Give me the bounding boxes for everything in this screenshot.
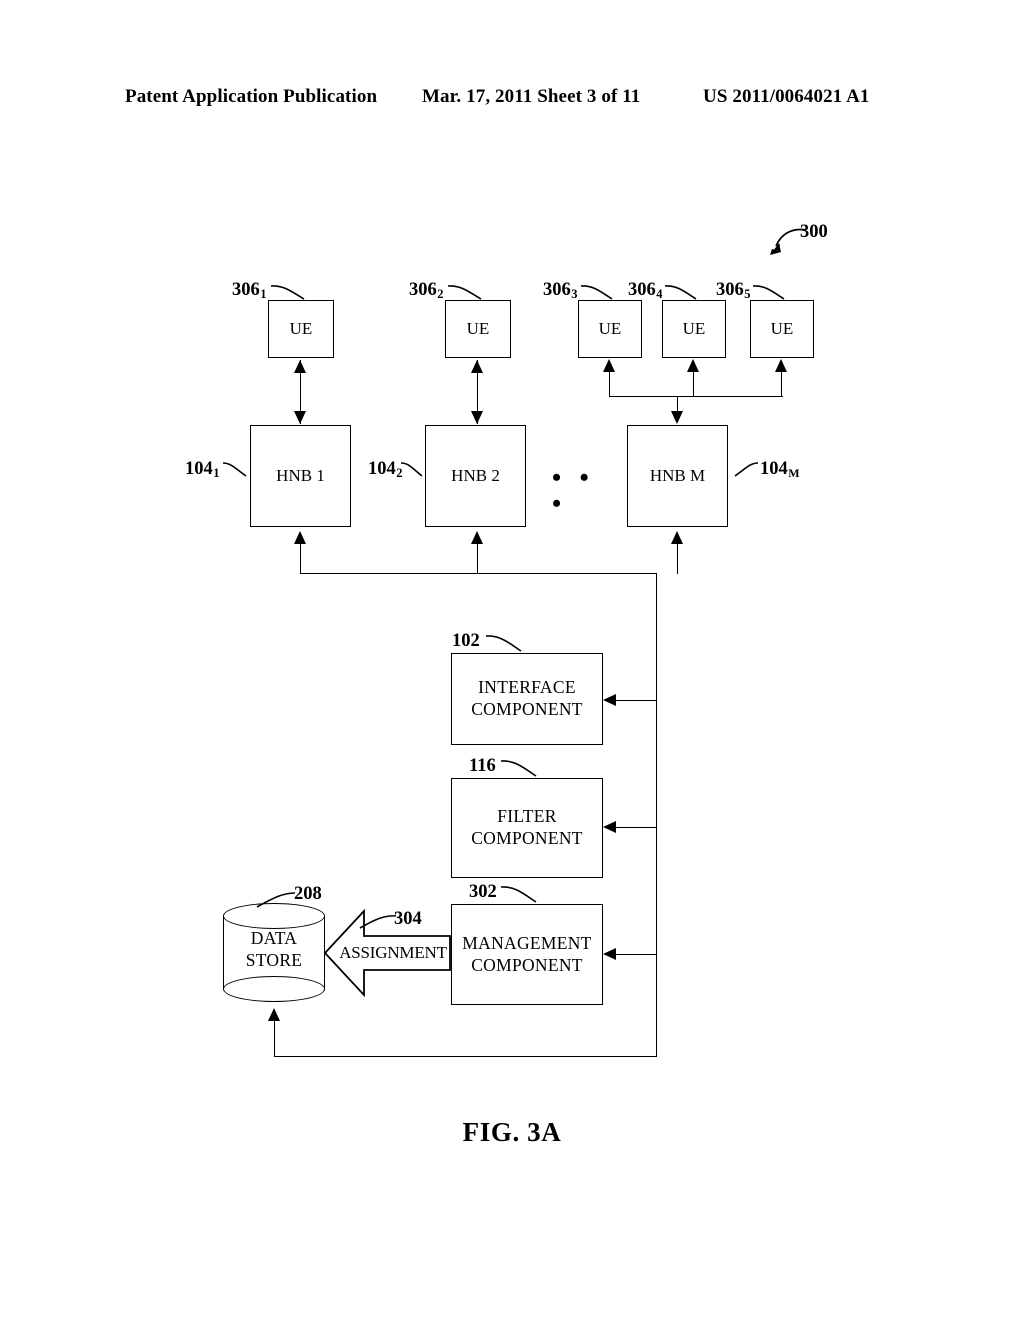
ue-box-1-ref: 3061 <box>232 280 267 301</box>
management-component-feed <box>616 954 657 955</box>
hnb-box-m[interactable]: HNB M <box>627 425 728 527</box>
ue-box-3-ref: 3063 <box>543 280 578 301</box>
hnbm-bus-stub <box>677 544 678 574</box>
ue-box-3-label: UE <box>598 319 622 339</box>
management-component-box[interactable]: MANAGEMENT COMPONENT <box>451 904 603 1005</box>
link-ue2-hnb2-arrowhead-up-icon <box>471 360 483 373</box>
assignment-leader-icon <box>358 913 398 936</box>
data-store-feedback-riser <box>274 1021 275 1057</box>
ue5-arrowhead-up-icon <box>775 359 787 372</box>
ue-box-2-label: UE <box>466 319 490 339</box>
header-patent-number: US 2011/0064021 A1 <box>703 86 870 107</box>
filter-component-leader-icon <box>500 759 544 784</box>
page-header: Patent Application Publication Mar. 17, … <box>125 86 900 114</box>
hnb-box-2-ref: 1042 <box>368 459 403 480</box>
link-ue1-hnb1-arrowhead-up-icon <box>294 360 306 373</box>
ue-box-4-leader-icon <box>664 283 704 308</box>
data-store-leader-icon <box>255 891 297 914</box>
ue-box-2-leader-icon <box>447 283 489 308</box>
ue-box-1-leader-icon <box>270 283 312 308</box>
interface-component-leader-icon <box>485 634 529 659</box>
interface-component-feed <box>616 700 657 701</box>
hnbm-arrowhead-up-icon <box>671 531 683 544</box>
hnb2-arrowhead-up-icon <box>471 531 483 544</box>
ue-box-1-label: UE <box>289 319 313 339</box>
interface-component-ref: 102 <box>452 631 480 651</box>
hnb-box-1-leader-icon <box>222 461 252 486</box>
ue-box-4-label: UE <box>682 319 706 339</box>
ue-box-5[interactable]: UE <box>750 300 814 358</box>
ue-box-5-leader-icon <box>752 283 792 308</box>
header-publication-title: Patent Application Publication <box>125 86 378 107</box>
management-component-label: MANAGEMENT COMPONENT <box>462 932 592 975</box>
ue-box-5-label: UE <box>770 319 794 339</box>
management-component-leader-icon <box>500 885 544 910</box>
hnb-box-1-label: HNB 1 <box>276 466 325 486</box>
ue-box-1[interactable]: UE <box>268 300 334 358</box>
ue4-arrowhead-up-icon <box>687 359 699 372</box>
hnb-box-2-label: HNB 2 <box>451 466 500 486</box>
link-ue2-hnb2-arrowhead-down-icon <box>471 411 483 424</box>
figure-ref-300: 300 <box>800 222 828 242</box>
management-component-arrowhead-left-icon <box>603 948 616 960</box>
assignment-label: ASSIGNMENT <box>339 943 447 962</box>
assignment-ref: 304 <box>394 909 422 929</box>
filter-component-feed <box>616 827 657 828</box>
main-vertical-bus <box>656 573 657 1056</box>
ue-box-3[interactable]: UE <box>578 300 642 358</box>
ue-box-4-ref: 3064 <box>628 280 663 301</box>
filter-component-ref: 116 <box>469 756 496 776</box>
hnb-bus <box>300 573 657 574</box>
filter-component-box[interactable]: FILTER COMPONENT <box>451 778 603 878</box>
hnb1-arrowhead-up-icon <box>294 531 306 544</box>
data-store-label: DATA STORE <box>245 928 303 970</box>
figure-caption: FIG. 3A <box>462 1117 562 1147</box>
link-ue1-hnb1-arrowhead-down-icon <box>294 411 306 424</box>
hnb-box-2[interactable]: HNB 2 <box>425 425 526 527</box>
ue3-arrowhead-up-icon <box>603 359 615 372</box>
hnb-box-m-ref: 104M <box>760 459 800 480</box>
data-store-ref: 208 <box>294 884 322 904</box>
ue-cluster-bus <box>609 396 783 397</box>
ue-box-5-ref: 3065 <box>716 280 751 301</box>
ue-box-4[interactable]: UE <box>662 300 726 358</box>
hnb-box-m-leader-icon <box>729 461 759 486</box>
hnb2-bus-stub <box>477 544 478 574</box>
filter-component-arrowhead-left-icon <box>603 821 616 833</box>
interface-component-arrowhead-left-icon <box>603 694 616 706</box>
ue-box-3-leader-icon <box>580 283 620 308</box>
ue-box-2-ref: 3062 <box>409 280 444 301</box>
filter-component-label: FILTER COMPONENT <box>471 806 583 848</box>
hnb-box-2-leader-icon <box>400 461 428 486</box>
interface-component-label: INTERFACE COMPONENT <box>471 677 583 719</box>
header-date-sheet: Mar. 17, 2011 Sheet 3 of 11 <box>422 86 641 107</box>
ue-box-2[interactable]: UE <box>445 300 511 358</box>
management-component-ref: 302 <box>469 882 497 902</box>
hnb-ellipsis: • • • <box>552 463 595 518</box>
hnbm-to-ue-cluster-arrowhead-down-icon <box>671 411 683 424</box>
data-store-cylinder-bottom <box>223 976 325 1002</box>
data-store-feedback-line <box>274 1056 657 1057</box>
hnb1-bus-stub <box>300 544 301 574</box>
interface-component-box[interactable]: INTERFACE COMPONENT <box>451 653 603 745</box>
hnb-box-m-label: HNB M <box>649 466 706 486</box>
hnb-box-1[interactable]: HNB 1 <box>250 425 351 527</box>
hnb-box-1-ref: 1041 <box>185 459 220 480</box>
data-store-arrowhead-up-icon <box>268 1008 280 1021</box>
